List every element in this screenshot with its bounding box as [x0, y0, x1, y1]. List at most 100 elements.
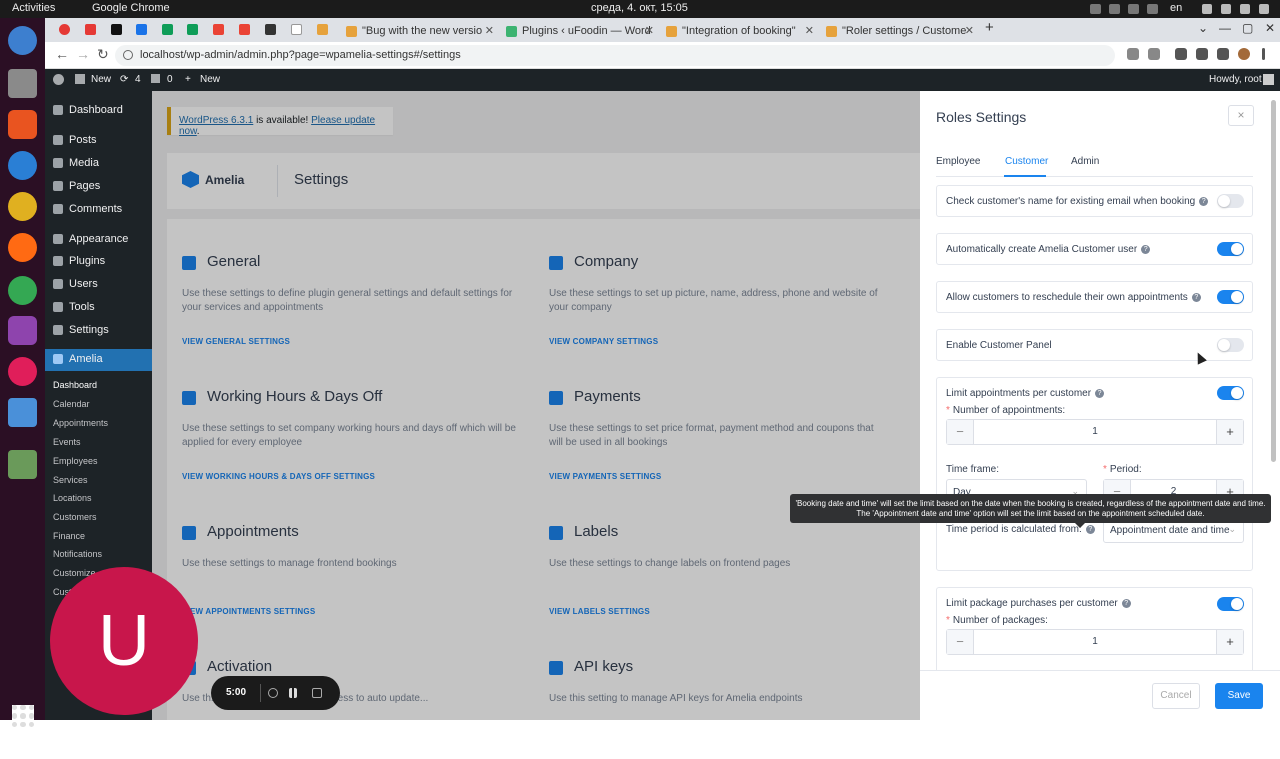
close-tab-icon[interactable]: ✕ — [965, 24, 974, 37]
modal-overlay[interactable] — [152, 91, 920, 720]
youtube-tab[interactable] — [85, 24, 96, 35]
scrollbar-thumb[interactable] — [1271, 100, 1276, 462]
language-indicator[interactable]: en — [1170, 2, 1182, 14]
menu-users[interactable]: Users — [45, 274, 152, 294]
sidepanel-icon[interactable] — [1217, 48, 1229, 60]
check-name-toggle[interactable] — [1217, 194, 1244, 208]
share-icon[interactable] — [1127, 48, 1139, 60]
submenu-calendar[interactable]: Calendar — [53, 399, 90, 409]
menu-plugins[interactable]: Plugins — [45, 251, 152, 271]
auto-create-toggle[interactable] — [1217, 242, 1244, 256]
pinned-tab[interactable] — [59, 24, 70, 35]
cancel-button[interactable]: Cancel — [1152, 683, 1200, 709]
new-content-link[interactable]: New — [200, 74, 220, 85]
help-icon[interactable]: ? — [1095, 389, 1105, 398]
menu-posts[interactable]: Posts — [45, 130, 152, 150]
tab-employee[interactable]: Employee — [936, 156, 980, 167]
help-icon[interactable]: ? — [1141, 245, 1151, 254]
pinned-tab[interactable] — [317, 24, 328, 35]
comments-icon[interactable] — [151, 74, 160, 83]
maximize-button[interactable]: ▢ — [1242, 21, 1253, 35]
sheets-tab[interactable] — [162, 24, 173, 35]
new-tab-button[interactable]: + — [985, 19, 994, 36]
slack-icon[interactable] — [8, 357, 37, 386]
updates-icon[interactable]: ⟳ — [120, 74, 128, 85]
submenu-services[interactable]: Services — [53, 475, 88, 485]
firefox-icon[interactable] — [8, 233, 37, 262]
menu-appearance[interactable]: Appearance — [45, 229, 152, 249]
app-icon[interactable] — [8, 316, 37, 345]
tab-integration[interactable]: "Integration of booking" ✕ — [660, 21, 820, 42]
download-icon[interactable] — [1196, 48, 1208, 60]
tray-icon[interactable] — [1090, 4, 1101, 14]
help-icon[interactable]: ? — [1085, 525, 1095, 534]
reschedule-toggle[interactable] — [1217, 290, 1244, 304]
tab-plugins[interactable]: Plugins ‹ uFoodin — Word ✕ — [500, 21, 660, 42]
menu-media[interactable]: Media — [45, 153, 152, 173]
back-icon[interactable]: ← — [55, 46, 69, 62]
gmail-tab[interactable] — [213, 24, 224, 35]
home-icon[interactable] — [75, 74, 85, 84]
chrome-icon[interactable] — [8, 276, 37, 305]
stepper-value[interactable]: 1 — [974, 636, 1216, 647]
submenu-customers[interactable]: Customers — [53, 512, 97, 522]
help-icon[interactable]: ? — [1199, 197, 1209, 206]
rhythmbox-icon[interactable] — [8, 192, 37, 221]
close-tab-icon[interactable]: ✕ — [645, 24, 654, 37]
app-menu[interactable]: Google Chrome — [92, 2, 170, 14]
limit-packages-toggle[interactable] — [1217, 597, 1244, 611]
system-menu[interactable] — [1202, 4, 1269, 14]
tray-icon[interactable] — [1109, 4, 1120, 14]
help-icon[interactable] — [8, 151, 37, 180]
comments-count[interactable]: 0 — [167, 74, 173, 85]
reload-icon[interactable]: ↻ — [97, 46, 109, 63]
notion-tab[interactable] — [265, 24, 276, 35]
info-icon[interactable] — [123, 50, 133, 60]
site-name[interactable]: New — [91, 74, 111, 85]
updates-count[interactable]: 4 — [135, 74, 141, 85]
tab-roler-settings[interactable]: "Roler settings / Custome ✕ — [820, 21, 980, 42]
user-avatar[interactable] — [1263, 74, 1274, 85]
tab-customer[interactable]: Customer — [1005, 156, 1048, 167]
submenu-locations[interactable]: Locations — [53, 493, 92, 503]
save-button[interactable]: Save — [1215, 683, 1263, 709]
delete-icon[interactable] — [312, 688, 322, 698]
help-icon[interactable]: ? — [1121, 599, 1131, 608]
submenu-dashboard[interactable]: Dashboard — [53, 380, 97, 390]
menu-settings[interactable]: Settings — [45, 320, 152, 340]
menu-comments[interactable]: Comments — [45, 199, 152, 219]
activities-button[interactable]: Activities — [12, 2, 55, 14]
trash-icon[interactable] — [8, 450, 37, 479]
close-icon[interactable]: × — [1228, 105, 1254, 126]
menu-dashboard[interactable]: Dashboard — [45, 100, 152, 120]
tab-search-icon[interactable]: ⌄ — [1198, 21, 1208, 35]
clock[interactable]: среда, 4. окт, 15:05 — [591, 2, 688, 14]
thunderbird-icon[interactable] — [8, 26, 37, 55]
extensions-icon[interactable] — [1175, 48, 1187, 60]
howdy-user[interactable]: Howdy, root — [1209, 74, 1262, 85]
increment-button[interactable]: + — [1216, 630, 1243, 654]
tray-icon[interactable] — [1128, 4, 1139, 14]
files-icon[interactable] — [8, 69, 37, 98]
tab-bug[interactable]: "Bug with the new versio ✕ — [340, 21, 500, 42]
pause-icon[interactable] — [289, 688, 297, 698]
menu-amelia[interactable]: Amelia — [45, 349, 152, 371]
menu-icon[interactable] — [1262, 48, 1265, 60]
decrement-button[interactable]: − — [947, 630, 974, 654]
software-icon[interactable] — [8, 110, 37, 139]
gmail-tab[interactable] — [239, 24, 250, 35]
plus-icon[interactable]: + — [185, 74, 191, 85]
submenu-finance[interactable]: Finance — [53, 531, 85, 541]
text-editor-icon[interactable] — [8, 398, 37, 427]
stepper-value[interactable]: 1 — [974, 426, 1216, 437]
customer-panel-toggle[interactable] — [1217, 338, 1244, 352]
profile-avatar[interactable] — [1238, 48, 1250, 60]
close-tab-icon[interactable]: ✕ — [805, 24, 814, 37]
menu-tools[interactable]: Tools — [45, 297, 152, 317]
submenu-notifications[interactable]: Notifications — [53, 549, 102, 559]
pinned-tab[interactable] — [111, 24, 122, 35]
bookmark-star-icon[interactable] — [1148, 48, 1160, 60]
help-icon[interactable]: ? — [1191, 293, 1201, 302]
submenu-events[interactable]: Events — [53, 437, 81, 447]
active-pinned-tab[interactable] — [291, 24, 302, 35]
